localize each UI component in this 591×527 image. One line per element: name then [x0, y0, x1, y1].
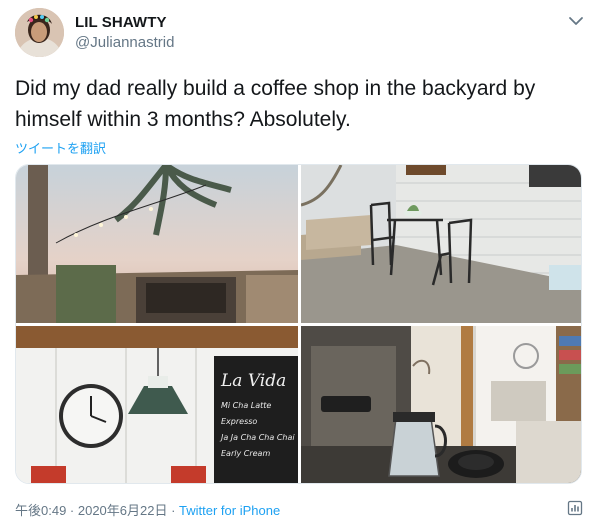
media-grid: La Vida Mi Cha Latte Expresso Ja Ja Cha …: [15, 164, 582, 484]
tweet-meta: 午後0:49 · 2020年6月22日 · Twitter for iPhone: [15, 500, 280, 519]
analytics-icon[interactable]: [566, 499, 584, 517]
avatar[interactable]: [15, 8, 64, 57]
photo-patio-chairs[interactable]: [301, 165, 581, 323]
translate-link[interactable]: ツイートを翻訳: [15, 138, 106, 157]
timestamp[interactable]: 午後0:49 · 2020年6月22日 ·: [15, 503, 179, 518]
chevron-down-icon[interactable]: [567, 12, 585, 30]
source-link[interactable]: Twitter for iPhone: [179, 503, 280, 518]
chalkboard-title: La Vida: [220, 371, 286, 391]
photo-backyard-palm[interactable]: [16, 165, 298, 323]
chalkboard-line2: Expresso: [221, 417, 257, 426]
chalkboard-line4: Early Cream: [221, 449, 270, 458]
user-handle[interactable]: @Juliannastrid: [75, 34, 174, 51]
display-name[interactable]: LIL SHAWTY: [75, 14, 167, 31]
photo-coffee-counter[interactable]: [301, 326, 581, 483]
photo-interior-clock-chalkboard[interactable]: La Vida Mi Cha Latte Expresso Ja Ja Cha …: [16, 326, 298, 483]
chalkboard-line3: Ja Ja Cha Cha Chai: [219, 433, 295, 442]
chalkboard-line1: Mi Cha Latte: [221, 401, 271, 410]
tweet-card: LIL SHAWTY @Juliannastrid Did my dad rea…: [0, 0, 591, 527]
tweet-text: Did my dad really build a coffee shop in…: [15, 77, 536, 131]
